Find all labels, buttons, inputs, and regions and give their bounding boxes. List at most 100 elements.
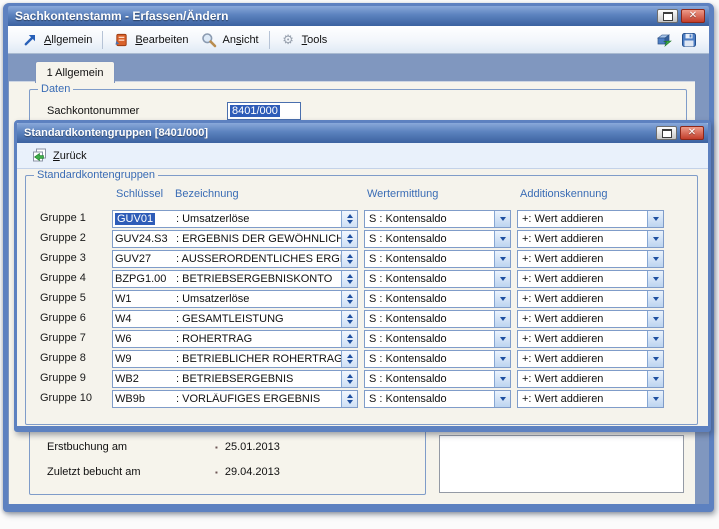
spinner-button[interactable] — [341, 331, 357, 347]
dropdown-button[interactable] — [494, 311, 510, 327]
schluessel-bezeichnung-field[interactable]: GUV01 : Umsatzerlöse — [112, 210, 358, 228]
chevron-down-icon — [500, 297, 506, 301]
menu-allgemein[interactable]: Allgemein — [16, 30, 98, 50]
dropdown-button[interactable] — [647, 311, 663, 327]
bezeichnung-value: : Umsatzerlöse — [176, 213, 341, 225]
dropdown-button[interactable] — [647, 251, 663, 267]
schluessel-bezeichnung-field[interactable]: W9 : BETRIEBLICHER ROHERTRAG — [112, 350, 358, 368]
dropdown-button[interactable] — [494, 371, 510, 387]
spinner-button[interactable] — [341, 211, 357, 227]
bezeichnung-value: : BETRIEBLICHER ROHERTRAG — [176, 353, 341, 365]
additionskennung-select[interactable]: +: Wert addieren — [517, 330, 664, 348]
dropdown-button[interactable] — [647, 291, 663, 307]
dropdown-button[interactable] — [494, 231, 510, 247]
zurueck-button[interactable]: Zurück — [25, 146, 93, 166]
dialog-close-button[interactable]: ✕ — [680, 126, 704, 140]
wertermittlung-select[interactable]: S : Kontensaldo — [364, 390, 511, 408]
additionskennung-select[interactable]: +: Wert addieren — [517, 230, 664, 248]
dropdown-button[interactable] — [647, 391, 663, 407]
spinner-button[interactable] — [341, 311, 357, 327]
schluessel-bezeichnung-field[interactable]: WB2 : BETRIEBSERGEBNIS — [112, 370, 358, 388]
sachkontonummer-value: 8401/000 — [230, 105, 280, 117]
dropdown-button[interactable] — [647, 231, 663, 247]
chevron-down-icon — [653, 257, 659, 261]
column-header-bezeichnung: Bezeichnung — [175, 188, 239, 200]
dropdown-button[interactable] — [647, 331, 663, 347]
wertermittlung-select[interactable]: S : Kontensaldo — [364, 230, 511, 248]
save-button[interactable] — [676, 30, 701, 50]
spinner-button[interactable] — [341, 371, 357, 387]
dropdown-button[interactable] — [494, 271, 510, 287]
wertermittlung-value: S : Kontensaldo — [369, 253, 493, 265]
tab-allgemein[interactable]: 1 Allgemein — [35, 61, 115, 83]
dropdown-button[interactable] — [494, 351, 510, 367]
wertermittlung-select[interactable]: S : Kontensaldo — [364, 250, 511, 268]
additionskennung-select[interactable]: +: Wert addieren — [517, 370, 664, 388]
dialog-title: Standardkontengruppen [8401/000] — [24, 127, 656, 139]
schluessel-bezeichnung-field[interactable]: W6 : ROHERTRAG — [112, 330, 358, 348]
schluessel-bezeichnung-field[interactable]: WB9b : VORLÄUFIGES ERGEBNIS — [112, 390, 358, 408]
spinner-button[interactable] — [341, 291, 357, 307]
wertermittlung-select[interactable]: S : Kontensaldo — [364, 370, 511, 388]
additionskennung-select[interactable]: +: Wert addieren — [517, 270, 664, 288]
additionskennung-select[interactable]: +: Wert addieren — [517, 390, 664, 408]
jump-button[interactable] — [651, 30, 676, 50]
menu-bearbeiten[interactable]: Bearbeiten — [107, 30, 194, 50]
main-titlebar[interactable]: Sachkontenstamm - Erfassen/Ändern ✕ — [8, 6, 709, 26]
spinner-button[interactable] — [341, 351, 357, 367]
dialog-restore-button[interactable] — [656, 126, 677, 140]
spinner-button[interactable] — [341, 391, 357, 407]
chevron-down-icon — [500, 357, 506, 361]
gruppe-label: Gruppe 8 — [40, 352, 86, 364]
daten-group-label: Daten — [38, 83, 73, 95]
spinner-button[interactable] — [341, 231, 357, 247]
additionskennung-value: +: Wert addieren — [522, 353, 646, 365]
close-button[interactable]: ✕ — [681, 9, 705, 23]
wertermittlung-select[interactable]: S : Kontensaldo — [364, 210, 511, 228]
sachkontonummer-input[interactable]: 8401/000 — [227, 102, 301, 120]
kontengruppe-row: Gruppe 7 W6 : ROHERTRAG S : Kontensaldo … — [26, 330, 697, 348]
additionskennung-select[interactable]: +: Wert addieren — [517, 290, 664, 308]
spinner-up-icon — [347, 214, 353, 218]
dropdown-button[interactable] — [647, 211, 663, 227]
kontengruppe-row: Gruppe 9 WB2 : BETRIEBSERGEBNIS S : Kont… — [26, 370, 697, 388]
spinner-up-icon — [347, 294, 353, 298]
schluessel-bezeichnung-field[interactable]: BZPG1.00 : BETRIEBSERGEBNISKONTO — [112, 270, 358, 288]
restore-button[interactable] — [657, 9, 678, 23]
spinner-button[interactable] — [341, 271, 357, 287]
save-floppy-icon — [680, 32, 697, 48]
dropdown-button[interactable] — [494, 251, 510, 267]
spinner-button[interactable] — [341, 251, 357, 267]
wertermittlung-select[interactable]: S : Kontensaldo — [364, 330, 511, 348]
dropdown-button[interactable] — [647, 271, 663, 287]
schluessel-bezeichnung-field[interactable]: GUV27 : AUSSERORDENTLICHES ERGEBNIS — [112, 250, 358, 268]
wertermittlung-select[interactable]: S : Kontensaldo — [364, 290, 511, 308]
spinner-down-icon — [347, 260, 353, 264]
wertermittlung-select[interactable]: S : Kontensaldo — [364, 350, 511, 368]
gruppe-label: Gruppe 7 — [40, 332, 86, 344]
magnifier-icon — [201, 32, 218, 48]
menu-tools[interactable]: ⚙ Tools — [274, 30, 334, 50]
menu-tools-label: Tools — [302, 34, 328, 46]
dropdown-button[interactable] — [494, 291, 510, 307]
dropdown-button[interactable] — [494, 211, 510, 227]
schluessel-bezeichnung-field[interactable]: W1 : Umsatzerlöse — [112, 290, 358, 308]
dropdown-button[interactable] — [494, 391, 510, 407]
additionskennung-select[interactable]: +: Wert addieren — [517, 250, 664, 268]
additionskennung-select[interactable]: +: Wert addieren — [517, 350, 664, 368]
schluessel-bezeichnung-field[interactable]: W4 : GESAMTLEISTUNG — [112, 310, 358, 328]
chevron-down-icon — [653, 397, 659, 401]
additionskennung-select[interactable]: +: Wert addieren — [517, 210, 664, 228]
bezeichnung-value: : GESAMTLEISTUNG — [176, 313, 341, 325]
additionskennung-select[interactable]: +: Wert addieren — [517, 310, 664, 328]
menu-ansicht[interactable]: Ansicht — [195, 30, 265, 50]
wertermittlung-select[interactable]: S : Kontensaldo — [364, 270, 511, 288]
spinner-up-icon — [347, 234, 353, 238]
dialog-titlebar[interactable]: Standardkontengruppen [8401/000] ✕ — [17, 123, 708, 143]
wertermittlung-select[interactable]: S : Kontensaldo — [364, 310, 511, 328]
schluessel-value: GUV24.S3 — [115, 233, 168, 245]
schluessel-bezeichnung-field[interactable]: GUV24.S3 : ERGEBNIS DER GEWÖHNLICHEN GES — [112, 230, 358, 248]
dropdown-button[interactable] — [647, 371, 663, 387]
dropdown-button[interactable] — [494, 331, 510, 347]
dropdown-button[interactable] — [647, 351, 663, 367]
